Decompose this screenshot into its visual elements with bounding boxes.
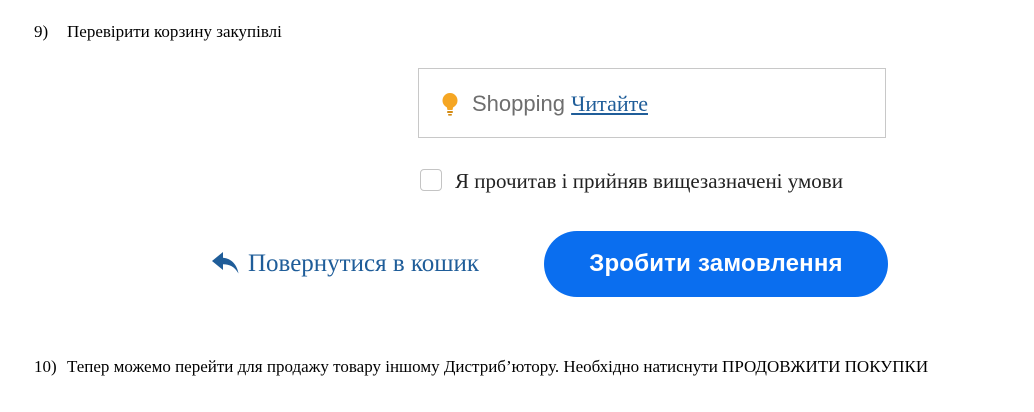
notice-box: Shopping Читайте	[418, 68, 886, 138]
terms-label: Я прочитав і прийняв вищезазначені умови	[455, 169, 843, 193]
notice-text: Shopping Читайте	[472, 91, 648, 117]
place-order-button[interactable]: Зробити замовлення	[544, 231, 888, 297]
step-number: 10)	[34, 357, 57, 376]
notice-label: Shopping	[472, 91, 565, 116]
terms-checkbox[interactable]	[420, 169, 442, 191]
step-text: Тепер можемо перейти для продажу товару …	[67, 357, 929, 376]
terms-row: Я прочитав і прийняв вищезазначені умови	[420, 168, 900, 196]
step-9: 9) Перевірити корзину закупівлі	[34, 22, 994, 44]
step-number: 9)	[34, 22, 49, 41]
lightbulb-icon	[442, 93, 458, 116]
reply-arrow-icon	[212, 252, 239, 274]
step-text: Перевірити корзину закупівлі	[67, 22, 282, 41]
read-link[interactable]: Читайте	[571, 91, 648, 116]
step-10: 10) Тепер можемо перейти для продажу тов…	[34, 357, 984, 401]
back-to-cart-label: Повернутися в кошик	[248, 250, 480, 277]
